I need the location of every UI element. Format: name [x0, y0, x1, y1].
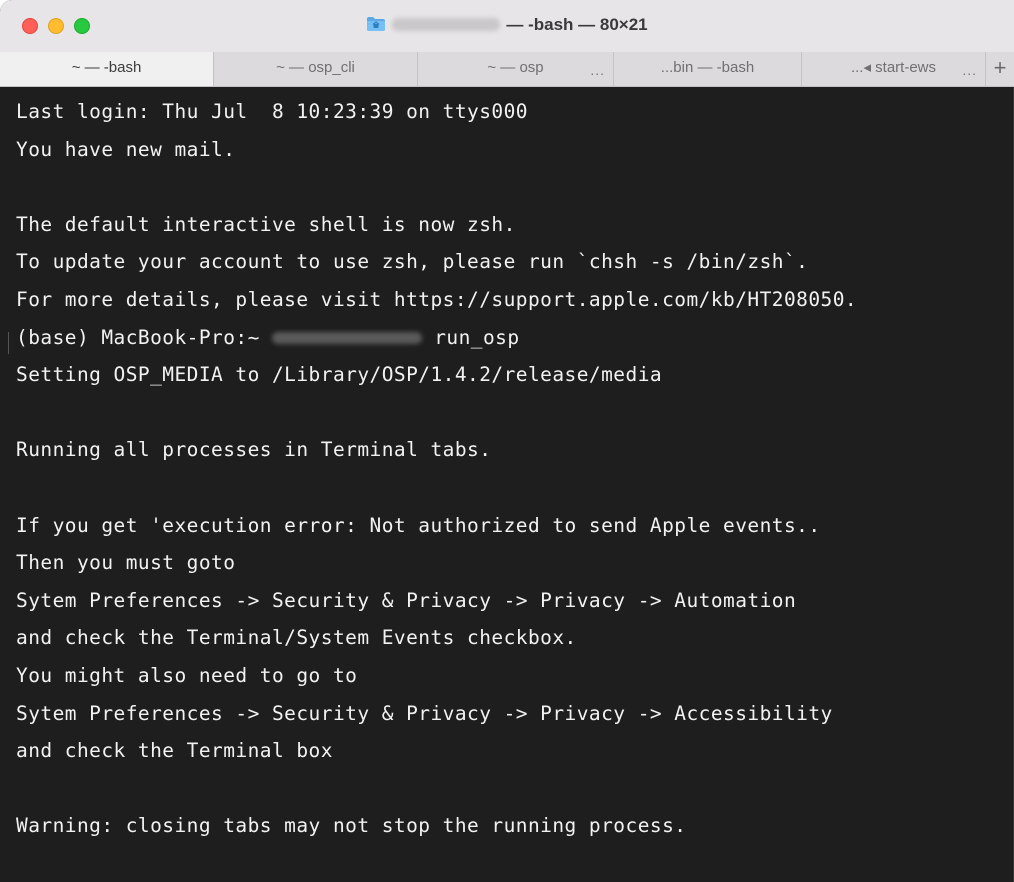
- output-line: You might also need to go to: [16, 664, 358, 687]
- output-line: Sytem Preferences -> Security & Privacy …: [16, 589, 797, 612]
- prompt-line: (base) MacBook-Pro:~ run_osp: [16, 327, 520, 349]
- output-line: If you get 'execution error: Not authori…: [16, 514, 821, 537]
- output-line: To update your account to use zsh, pleas…: [16, 250, 809, 273]
- tab-bash-home[interactable]: ~ — -bash: [0, 52, 214, 86]
- tab-label: ~ — osp_cli: [276, 59, 355, 76]
- output-line: and check the Terminal box: [16, 739, 333, 762]
- output-line: Setting OSP_MEDIA to /Library/OSP/1.4.2/…: [16, 363, 663, 386]
- redacted-username: [392, 18, 501, 31]
- terminal-output[interactable]: Last login: Thu Jul 8 10:23:39 on ttys00…: [0, 87, 1014, 882]
- output-line: Running all processes in Terminal tabs.: [16, 438, 492, 461]
- output-line: and check the Terminal/System Events che…: [16, 626, 577, 649]
- output-line: Last login: Thu Jul 8 10:23:39 on ttys00…: [16, 100, 528, 123]
- tab-osp-cli[interactable]: ~ — osp_cli: [214, 52, 418, 86]
- tab-bin-bash[interactable]: ...bin — -bash: [614, 52, 802, 86]
- terminal-window: — -bash — 80×21 ~ — -bash ~ — osp_cli ~ …: [0, 0, 1014, 882]
- window-title: — -bash — 80×21: [0, 15, 1014, 35]
- output-line: The default interactive shell is now zsh…: [16, 213, 516, 236]
- output-line: Then you must goto: [16, 551, 236, 574]
- output-line: Sytem Preferences -> Security & Privacy …: [16, 702, 833, 725]
- tab-start-ews[interactable]: ...◂ start-ews ...: [802, 52, 986, 86]
- prompt-prefix: (base) MacBook-Pro:~: [16, 326, 272, 349]
- tab-label: ~ — osp: [487, 59, 544, 76]
- title-bar[interactable]: — -bash — 80×21: [0, 0, 1014, 53]
- tab-label: ~ — -bash: [71, 59, 142, 76]
- tab-label: ...◂ start-ews: [850, 59, 937, 76]
- output-line: For more details, please visit https://s…: [16, 288, 858, 311]
- tab-label: ...bin — -bash: [660, 59, 755, 76]
- folder-icon: [367, 17, 386, 31]
- output-line: Warning: closing tabs may not stop the r…: [16, 814, 687, 837]
- tab-osp[interactable]: ~ — osp ...: [418, 52, 614, 86]
- mark-bracket: [8, 332, 13, 354]
- new-tab-button[interactable]: +: [986, 52, 1014, 86]
- redacted-username: [272, 332, 422, 344]
- tab-bar: ~ — -bash ~ — osp_cli ~ — osp ... ...bin…: [0, 52, 1014, 87]
- prompt-command: run_osp: [422, 326, 520, 349]
- title-text: — -bash — 80×21: [506, 15, 648, 34]
- more-icon[interactable]: ...: [590, 54, 605, 86]
- more-icon[interactable]: ...: [962, 54, 977, 86]
- output-line: You have new mail.: [16, 138, 236, 161]
